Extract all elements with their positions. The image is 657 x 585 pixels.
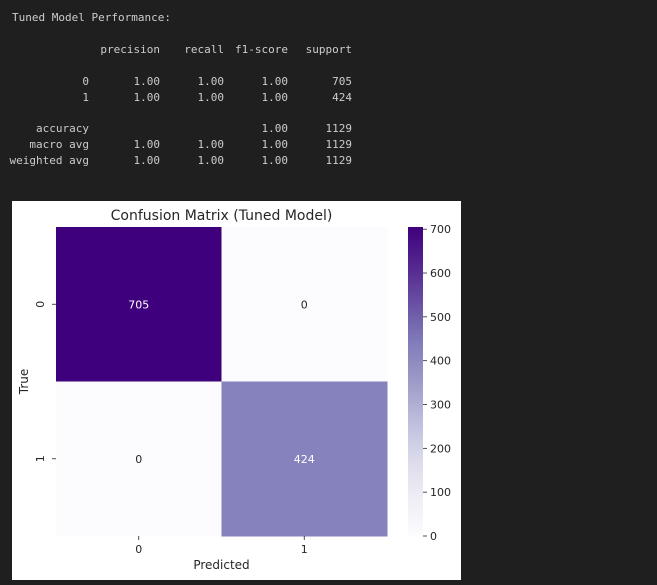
colorbar-tick-label: 100: [430, 486, 451, 499]
report-cell: 1.00: [261, 138, 289, 151]
colorbar-tick-label: 400: [430, 355, 451, 368]
report-cell: 1129: [325, 138, 353, 151]
report-row-label: weighted avg: [9, 154, 89, 167]
colorbar-tick-label: 500: [430, 311, 451, 324]
report-cell: 1.00: [197, 154, 225, 167]
y-tick-label: 0: [34, 301, 47, 308]
y-axis-label: True: [17, 369, 31, 396]
report-header-recall: recall: [184, 43, 224, 56]
report-cell: 1.00: [197, 138, 225, 151]
colorbar-tick-label: 0: [430, 530, 437, 543]
x-axis-label: Predicted: [193, 558, 249, 572]
y-tick-label: 1: [34, 455, 47, 462]
report-cell: 1.00: [197, 75, 225, 88]
report-cell: 1129: [325, 154, 353, 167]
report-cell: 1.00: [261, 91, 289, 104]
report-cell: 1.00: [133, 154, 161, 167]
report-cell: 1.00: [133, 91, 161, 104]
cell-value-label: 0: [301, 298, 308, 311]
report-cell: 705: [332, 75, 352, 88]
colorbar: [408, 227, 423, 536]
x-tick-label: 1: [301, 543, 308, 556]
report-row-label: 0: [82, 75, 89, 88]
report-cell: 1.00: [261, 75, 289, 88]
report-cell: 1129: [325, 122, 353, 135]
chart-title: Confusion Matrix (Tuned Model): [111, 208, 333, 224]
report-header-support: support: [305, 43, 352, 56]
report-cell: 1.00: [261, 154, 289, 167]
cell-value-label: 705: [128, 298, 149, 311]
report-header-f1-score: f1-score: [235, 43, 288, 56]
colorbar-tick-label: 300: [430, 399, 451, 412]
colorbar-tick-label: 700: [430, 223, 451, 236]
colorbar-tick-label: 200: [430, 442, 451, 455]
report-cell: 1.00: [197, 91, 225, 104]
report-header-precision: precision: [100, 43, 160, 56]
confusion-matrix-chart: Confusion Matrix (Tuned Model) 705 0 0 424 0 1…: [17, 208, 451, 572]
colorbar-tick-label: 600: [430, 267, 451, 280]
report-cell: 1.00: [133, 138, 161, 151]
report-cell: 1.00: [261, 122, 289, 135]
cell-value-label: 0: [135, 453, 142, 466]
x-tick-label: 0: [135, 543, 142, 556]
cell-value-label: 424: [294, 453, 315, 466]
report-row-label: accuracy: [36, 122, 89, 135]
output-title: Tuned Model Performance:: [12, 11, 171, 24]
report-cell: 424: [332, 91, 352, 104]
report-cell: 1.00: [133, 75, 161, 88]
report-row-label: macro avg: [29, 138, 89, 151]
confusion-matrix-figure: Confusion Matrix (Tuned Model) 705 0 0 424 0 1…: [12, 201, 461, 580]
report-row-label: 1: [82, 91, 89, 104]
